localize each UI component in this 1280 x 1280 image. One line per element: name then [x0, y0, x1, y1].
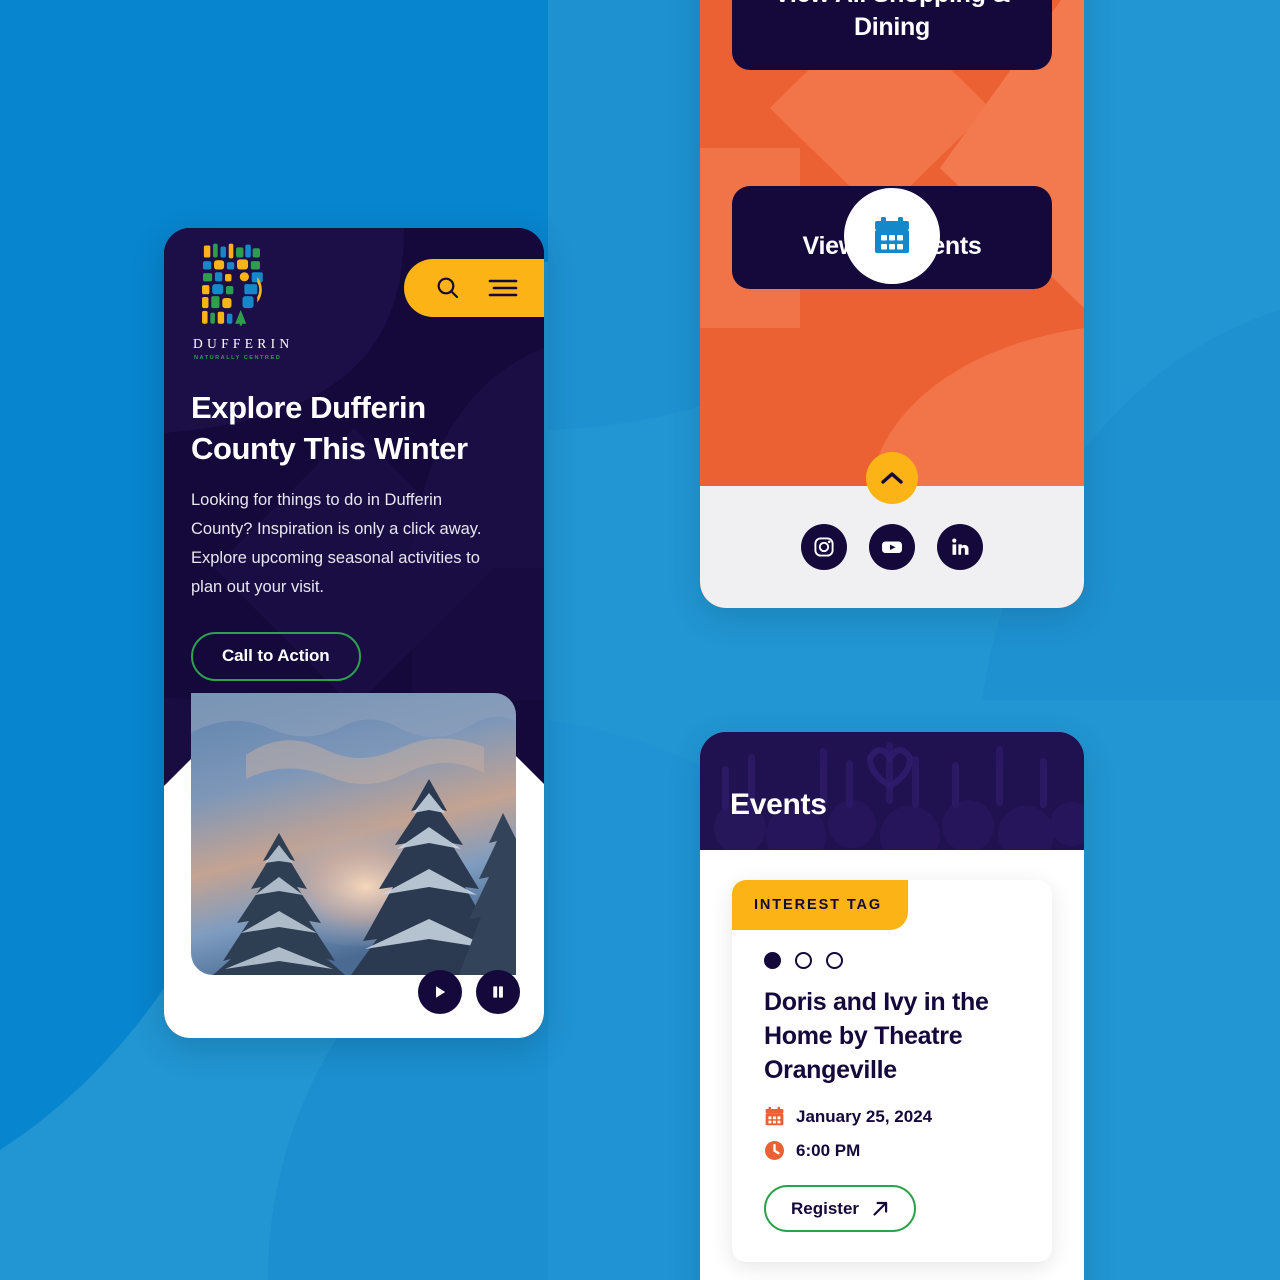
hamburger-menu-icon[interactable]	[488, 277, 518, 299]
event-title: Doris and Ivy in the Home by Theatre Ora…	[764, 988, 989, 1084]
carousel-dot-3[interactable]	[826, 952, 843, 969]
calendar-icon	[875, 217, 909, 253]
quick-links-panel: View All Shopping & Dining View Al	[700, 0, 1084, 608]
carousel-dots[interactable]	[732, 930, 1052, 969]
youtube-icon[interactable]	[869, 524, 915, 570]
media-controls	[418, 970, 520, 1014]
register-label: Register	[791, 1198, 860, 1218]
events-title: Events	[730, 788, 827, 821]
nav-pill	[404, 259, 544, 317]
social-footer	[700, 486, 1084, 608]
hero-description: Looking for things to do in Dufferin Cou…	[191, 490, 482, 596]
events-header: Events	[700, 732, 1084, 850]
event-time-row: 6:00 PM	[732, 1140, 1052, 1161]
events-card: Events INTEREST TAG Doris and Ivy in the…	[700, 732, 1084, 1280]
arrow-up-right-icon	[873, 1201, 888, 1216]
carousel-dot-1[interactable]	[764, 952, 781, 969]
logo-wordmark: DUFFERIN	[193, 336, 294, 351]
interest-tag-badge: INTEREST TAG	[732, 880, 909, 930]
call-to-action-button[interactable]: Call to Action	[191, 631, 361, 681]
chevron-up-icon	[881, 472, 903, 484]
hero-title: Explore Dufferin County This Winter	[191, 390, 468, 466]
calendar-small-icon	[765, 1106, 784, 1126]
event-time: 6:00 PM	[796, 1140, 861, 1160]
linkedin-icon[interactable]	[937, 524, 983, 570]
register-button[interactable]: Register	[764, 1185, 917, 1232]
hero-media-image	[191, 693, 516, 975]
logo-tagline: NATURALLY CENTRED	[194, 355, 282, 361]
event-date-row: January 25, 2024	[732, 1106, 1052, 1127]
instagram-icon[interactable]	[801, 524, 847, 570]
shopping-block-label: View All Shopping & Dining	[774, 0, 1010, 41]
calendar-icon-circle	[844, 188, 940, 284]
carousel-dot-2[interactable]	[795, 952, 812, 969]
site-logo[interactable]: DUFFERIN NATURALLY CENTRED	[191, 240, 306, 361]
dufferin-d-mark-icon	[202, 243, 263, 326]
scroll-to-top-button[interactable]	[866, 452, 918, 504]
hero-body: Explore Dufferin County This Winter Look…	[191, 388, 514, 681]
event-list-item[interactable]: INTEREST TAG Doris and Ivy in the Home b…	[732, 880, 1052, 1262]
clock-icon	[765, 1141, 784, 1160]
hero-card: DUFFERIN NATURALLY CENTRED Explore Duffe…	[164, 228, 544, 1038]
pause-button[interactable]	[476, 970, 520, 1014]
play-button[interactable]	[418, 970, 462, 1014]
event-date: January 25, 2024	[796, 1106, 933, 1126]
search-icon[interactable]	[435, 275, 461, 301]
view-all-shopping-dining-button[interactable]: View All Shopping & Dining	[732, 0, 1052, 70]
